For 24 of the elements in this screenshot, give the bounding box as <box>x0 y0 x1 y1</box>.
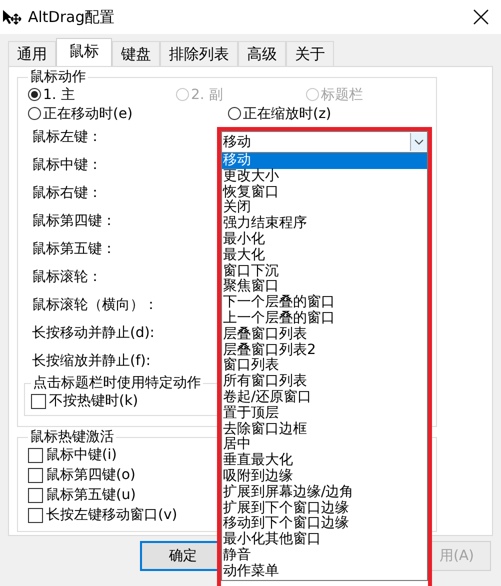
radio-label: 正在移动时(e) <box>43 104 133 122</box>
window-title: AltDrag配置 <box>28 8 116 26</box>
checkbox-label: 鼠标第四键(o) <box>46 466 136 484</box>
field-label: 鼠标滚轮（横向）： <box>32 296 158 315</box>
group-title: 点击标题栏时使用特定动作 <box>32 375 202 391</box>
field-label: 鼠标滚轮： <box>32 268 102 287</box>
field-label: 鼠标左键： <box>32 128 102 147</box>
checkbox-label: 鼠标中键(i) <box>46 446 117 464</box>
field-label: 鼠标第四键： <box>32 212 116 231</box>
group-title: 鼠标动作 <box>29 69 87 85</box>
field-label: 长按缩放并静止(f): <box>32 352 151 371</box>
field-label: 鼠标右键： <box>32 184 102 203</box>
radio-label: 正在缩放时(z) <box>243 104 332 122</box>
group-title: 鼠标热键激活 <box>29 429 115 445</box>
checkbox-label: 不按热键时(k) <box>49 392 138 410</box>
field-label: 长按移动并静止(d): <box>32 324 155 343</box>
radio-label: 1. 主 <box>43 86 75 104</box>
checkbox-label: 鼠标第五键(u) <box>46 486 136 504</box>
selected-value: 移动 <box>223 134 252 150</box>
checkbox-label: 长按左键移动窗口(v) <box>46 506 178 524</box>
radio-label: 标题栏 <box>321 86 363 104</box>
field-label: 鼠标第五键： <box>32 240 116 259</box>
field-label: 鼠标中键： <box>32 156 102 175</box>
radio-label: 2. 副 <box>191 86 223 104</box>
